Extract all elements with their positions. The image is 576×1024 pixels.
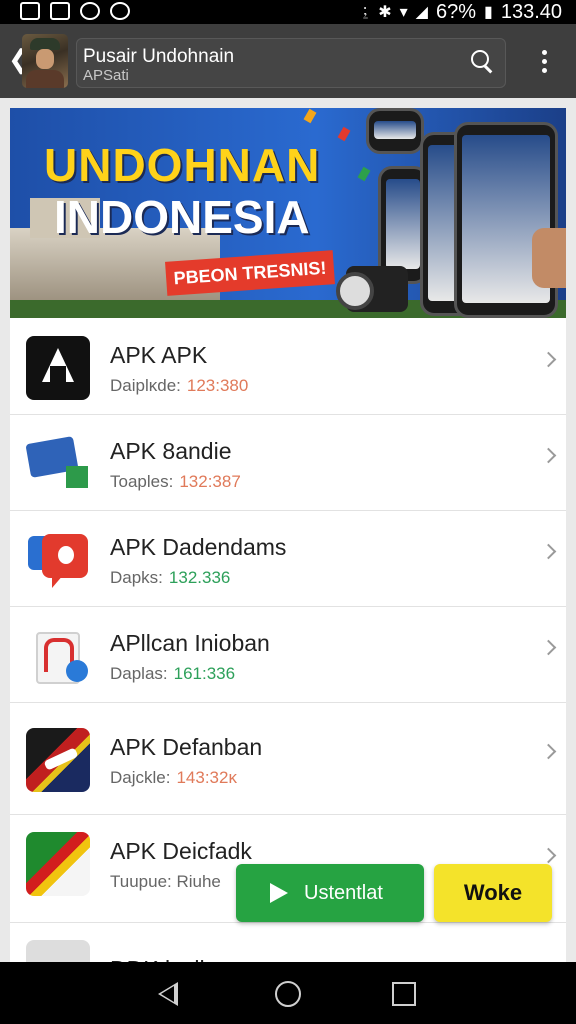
search-icon[interactable]	[471, 50, 495, 74]
battery-icon: ▮	[484, 4, 493, 21]
app-name: APK APK	[110, 342, 208, 368]
page-subtitle: APSati	[83, 67, 129, 84]
avatar[interactable]	[22, 34, 68, 88]
app-name: APK Deicfadk	[110, 838, 252, 864]
battery-level: 6?%	[435, 0, 477, 23]
vibrate-icon: ⍮	[360, 3, 371, 20]
nav-back-icon[interactable]	[158, 982, 178, 1006]
list-item[interactable]: APK 8andie Toaples: 132:387	[10, 414, 566, 511]
airplane-icon	[26, 728, 90, 792]
app-name: APK Defanban	[110, 734, 263, 760]
list-item[interactable]: APllcan Inioban Daplas: 161:336	[10, 606, 566, 703]
banner-headline-2: INDONESIA	[54, 191, 310, 243]
title-box[interactable]: Pusair Undohnain APSati	[76, 38, 506, 88]
image-notification-icon	[20, 2, 40, 20]
speaker-illustration	[336, 266, 408, 312]
app-meta: Daplas: 161:336	[110, 664, 236, 683]
hand-illustration	[532, 228, 566, 288]
chevron-right-icon	[540, 639, 557, 656]
app-name: APllcan Inioban	[110, 630, 270, 656]
app-meta: Tuupue: Riuhe	[110, 872, 221, 891]
signal-icon: ◢	[415, 4, 428, 21]
chat-notification-icon	[110, 2, 130, 20]
play-icon	[270, 883, 288, 903]
page-title: Pusair Undohnain	[83, 46, 235, 67]
status-bar: ⍮ ✱ ▾ ◢ 6?% ▮ 133.40	[0, 0, 576, 24]
navigation-bar	[0, 962, 576, 1024]
content-card: UNDOHNAN INDONESIA PBEON TRESNIS! APK AP…	[10, 108, 566, 978]
app-meta: Dajckle: 143:32ĸ	[110, 768, 237, 787]
clock: 133.40	[500, 0, 562, 23]
chevron-right-icon	[540, 447, 557, 464]
system-status: ⍮ ✱ ▾ ◢ 6?% ▮ 133.40	[361, 0, 562, 24]
primary-action-label: Ustentlat	[304, 882, 383, 904]
phone-illustration	[454, 122, 558, 318]
app-meta: Dapks: 132.336	[110, 568, 231, 587]
list-item[interactable]: APK Defanban Dajckle: 143:32ĸ	[10, 710, 566, 815]
promo-banner[interactable]: UNDOHNAN INDONESIA PBEON TRESNIS!	[10, 108, 566, 318]
primary-action-button[interactable]: Ustentlat	[236, 864, 424, 922]
app-name: APK 8andie	[110, 438, 232, 464]
gallery-notification-icon	[50, 2, 70, 20]
banner-headline: UNDOHNAN	[44, 139, 321, 191]
tool-icon	[26, 832, 90, 896]
wifi-icon: ▾	[399, 4, 408, 21]
nav-home-icon[interactable]	[275, 981, 301, 1007]
secondary-action-button[interactable]: Woke	[434, 864, 552, 922]
chevron-right-icon	[540, 351, 557, 368]
chat-bubble-icon	[26, 528, 90, 592]
document-icon	[26, 624, 90, 688]
bluetooth-icon: ✱	[378, 4, 392, 21]
chevron-right-icon	[540, 743, 557, 760]
app-bar: ❮ Pusair Undohnain APSati	[0, 24, 576, 98]
app-meta: Toaples: 132:387	[110, 472, 241, 491]
cards-icon	[26, 432, 90, 496]
nav-recents-icon[interactable]	[392, 982, 416, 1006]
phone-illustration	[366, 108, 424, 154]
app-a-icon	[26, 336, 90, 400]
chevron-right-icon	[540, 847, 557, 864]
settings-notification-icon	[80, 2, 100, 20]
app-meta: Daiplĸde: 123:380	[110, 376, 249, 395]
notification-icons	[20, 2, 130, 20]
more-options-icon[interactable]	[532, 50, 556, 74]
list-item[interactable]: APK APK Daiplĸde: 123:380	[10, 318, 566, 415]
list-item[interactable]: APK Dadendams Dapks: 132.336	[10, 510, 566, 607]
chevron-right-icon	[540, 543, 557, 560]
app-name: APK Dadendams	[110, 534, 287, 560]
